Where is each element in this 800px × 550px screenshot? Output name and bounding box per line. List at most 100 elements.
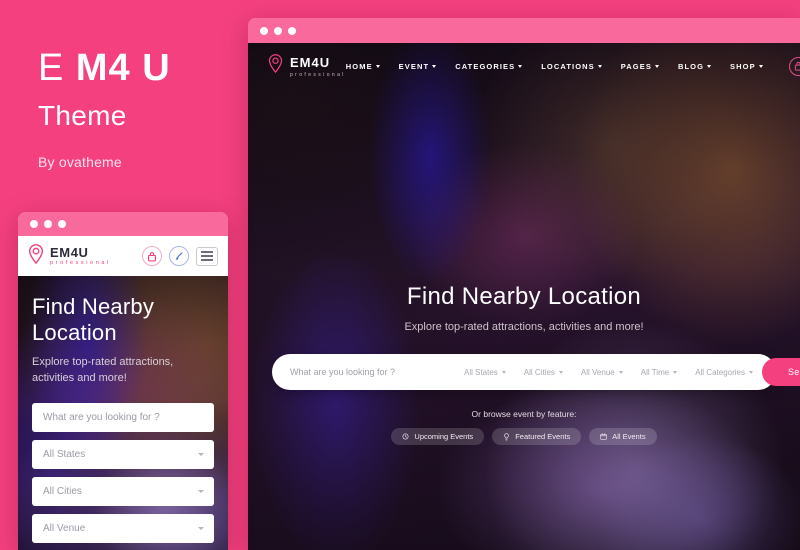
site-logo-name: EM4U (290, 54, 331, 70)
chevron-down-icon (518, 64, 523, 68)
menu-item-home[interactable]: HOME (346, 62, 380, 71)
chevron-down-icon (198, 527, 204, 531)
map-pin-icon (28, 243, 44, 269)
filter-label: All States (43, 448, 86, 460)
filter-all-states[interactable]: All States (32, 439, 214, 469)
promo-byline: By ovatheme (38, 153, 122, 170)
hero-heading: Find Nearby Location (32, 294, 155, 345)
mobile-window-titlebar (18, 212, 228, 236)
mobile-header-actions (142, 246, 218, 266)
feature-pill-group: Upcoming Events Featured Events All Even… (248, 428, 800, 445)
window-dot-maximize[interactable] (288, 26, 296, 35)
promo-title-bold: M4 U (75, 47, 171, 89)
pill-all-events[interactable]: All Events (589, 428, 657, 445)
window-dot-minimize[interactable] (274, 26, 282, 35)
filter-label: All Time (640, 367, 670, 377)
page-title: E M4 U (38, 47, 248, 90)
search-button[interactable]: Search (762, 358, 800, 386)
mobile-hero-content: Find Nearby Location Explore top-rated a… (18, 276, 228, 543)
navbar-actions (788, 56, 800, 76)
window-dot-maximize[interactable] (58, 220, 66, 228)
pill-label: All Events (612, 432, 646, 441)
mobile-header: EM4U professional (18, 236, 228, 276)
filter-all-venue[interactable]: All Venue (572, 368, 632, 377)
hero-subheading: Explore top-rated attractions, activitie… (404, 321, 644, 333)
chevron-down-icon (198, 490, 204, 494)
menu-item-label: SHOP (730, 61, 756, 71)
menu-item-shop[interactable]: SHOP (730, 62, 763, 71)
pill-label: Upcoming Events (414, 432, 474, 441)
chevron-down-icon (501, 370, 506, 374)
chevron-down-icon (597, 64, 602, 68)
site-logo-tagline: professional (290, 71, 346, 78)
clock-icon (402, 433, 409, 440)
hamburger-icon[interactable] (196, 246, 218, 266)
pill-featured-events[interactable]: Featured Events (492, 428, 582, 445)
chevron-down-icon (673, 370, 678, 374)
browse-by-feature-label: Or browse event by feature: (471, 409, 577, 419)
menu-item-label: BLOG (677, 61, 705, 71)
filter-label: All Cities (523, 367, 555, 377)
chevron-down-icon (198, 453, 204, 457)
bulb-icon (503, 432, 510, 441)
menu-item-event[interactable]: EVENT (399, 62, 437, 71)
filter-all-states[interactable]: All States (455, 368, 515, 377)
map-pin-icon (268, 54, 283, 78)
lock-icon[interactable] (788, 56, 800, 76)
desktop-window-titlebar (248, 18, 800, 43)
window-dot-close[interactable] (260, 26, 268, 35)
hero-heading: Find Nearby Location (406, 283, 642, 310)
search-input[interactable]: What are you looking for ? (290, 367, 455, 377)
desktop-navbar: EM4U professional HOME EVENT CATEGORIES (248, 43, 800, 89)
window-dot-minimize[interactable] (44, 220, 52, 228)
filter-label: All Venue (580, 367, 615, 377)
menu-item-label: HOME (345, 61, 373, 71)
search-input[interactable]: What are you looking for ? (32, 402, 214, 432)
menu-item-categories[interactable]: CATEGORIES (455, 61, 523, 71)
chevron-down-icon (758, 64, 763, 68)
mobile-search-form: What are you looking for ? All States Al… (32, 402, 214, 543)
menu-item-locations[interactable]: LOCATIONS (541, 62, 602, 71)
desktop-preview-window: EM4U professional HOME EVENT CATEGORIES (248, 18, 800, 550)
main-menu: HOME EVENT CATEGORIES LOCATIONS PAGES BL… (346, 62, 763, 71)
hero-subheading: Explore top-rated attractions, activitie… (32, 355, 174, 384)
promo-subtitle: Theme (38, 99, 127, 131)
chevron-down-icon (618, 370, 623, 374)
filter-all-venue[interactable]: All Venue (32, 513, 214, 543)
filter-all-categories[interactable]: All Categories (686, 368, 762, 377)
menu-item-label: EVENT (398, 61, 430, 71)
menu-item-label: PAGES (620, 61, 652, 71)
filter-all-cities[interactable]: All Cities (32, 476, 214, 506)
chevron-down-icon (707, 64, 712, 68)
lock-icon[interactable] (142, 246, 162, 266)
filter-label: All Cities (43, 485, 82, 497)
filter-label: All Venue (43, 522, 86, 534)
chevron-down-icon (749, 370, 753, 374)
brush-icon[interactable] (169, 246, 189, 266)
site-logo-name: EM4U (50, 244, 89, 260)
site-logo[interactable]: EM4U professional (268, 54, 346, 78)
hero-copy: Find Nearby Location Explore top-rated a… (248, 89, 800, 333)
filter-label: All States (464, 367, 498, 377)
calendar-icon (600, 433, 607, 440)
chevron-down-icon (375, 64, 380, 68)
menu-item-blog[interactable]: BLOG (677, 61, 712, 71)
menu-item-pages[interactable]: PAGES (621, 62, 659, 71)
chevron-down-icon (654, 64, 659, 68)
chevron-down-icon (432, 64, 437, 68)
filter-label: All Categories (695, 367, 745, 377)
site-logo[interactable]: EM4U professional (28, 243, 111, 269)
pill-label: Featured Events (515, 432, 571, 441)
mobile-preview-window: EM4U professional Find Nearby Location E… (18, 212, 228, 550)
desktop-hero-section: EM4U professional HOME EVENT CATEGORIES (248, 43, 800, 550)
window-dot-close[interactable] (30, 220, 38, 228)
search-bar: What are you looking for ? All States Al… (272, 354, 800, 390)
filter-all-cities[interactable]: All Cities (515, 368, 572, 377)
menu-item-label: LOCATIONS (541, 61, 595, 71)
filter-all-time[interactable]: All Time (632, 368, 686, 377)
promo-title-prefix: E (38, 47, 76, 89)
chevron-down-icon (558, 370, 563, 374)
menu-item-label: CATEGORIES (455, 61, 516, 71)
pill-upcoming-events[interactable]: Upcoming Events (391, 428, 485, 445)
site-logo-tagline: professional (50, 259, 111, 266)
